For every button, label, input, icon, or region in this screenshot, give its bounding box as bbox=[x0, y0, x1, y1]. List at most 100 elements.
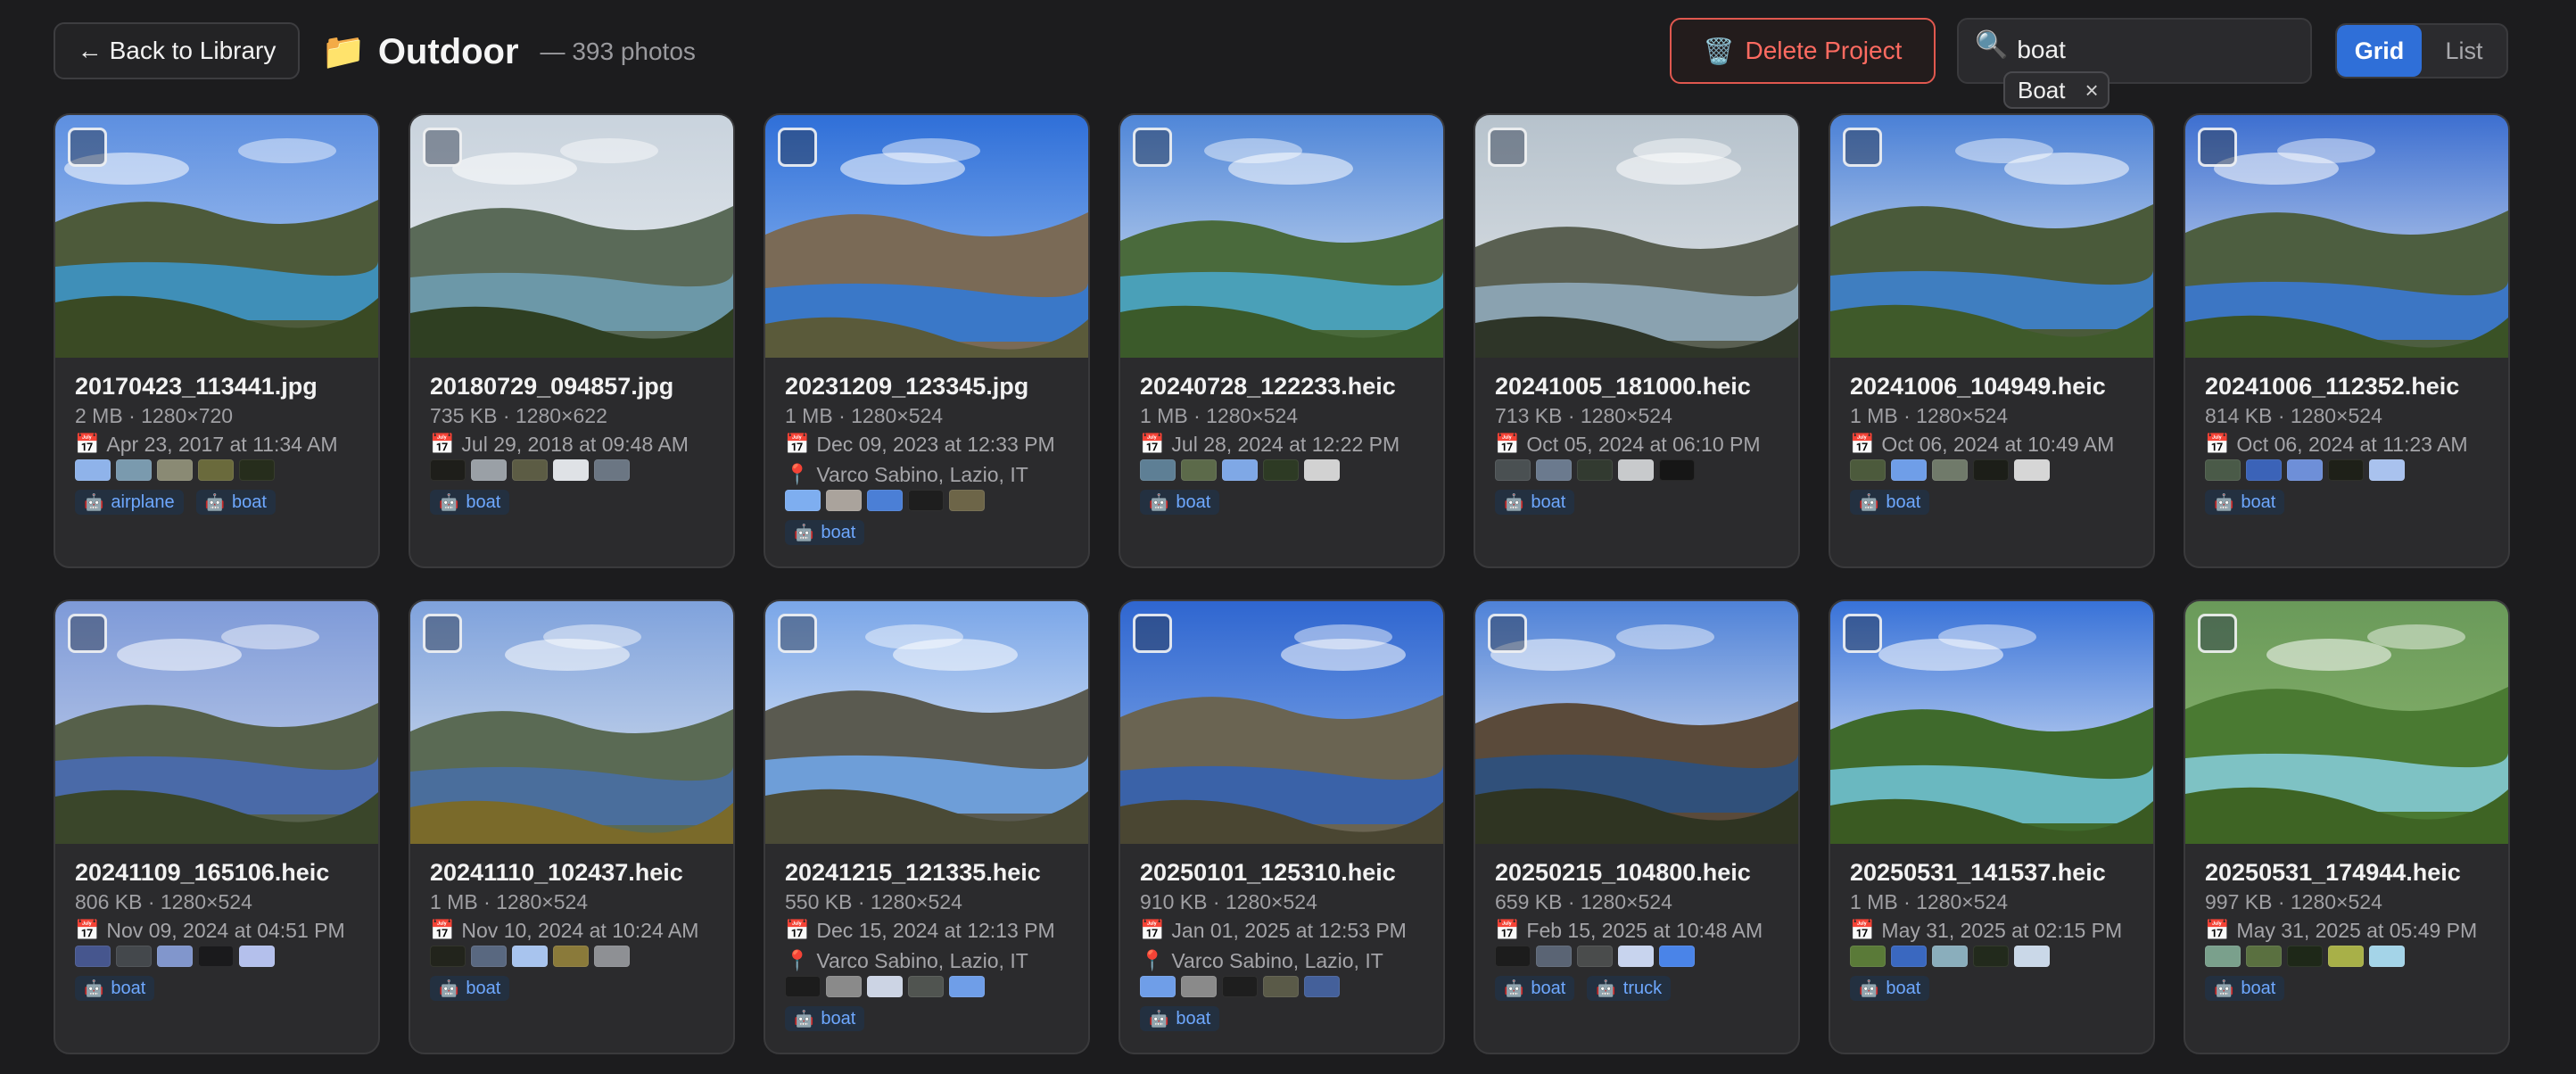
select-checkbox[interactable] bbox=[1133, 128, 1172, 167]
select-checkbox[interactable] bbox=[1488, 614, 1527, 653]
photo-card[interactable]: 20231209_123345.jpg 1 MB · 1280×524 📅 Dec 0… bbox=[764, 113, 1090, 568]
filter-chip-boat[interactable]: Boat × bbox=[2003, 71, 2110, 109]
photo-card[interactable]: 20241109_165106.heic 806 KB · 1280×524 📅 No… bbox=[54, 599, 380, 1054]
color-swatch bbox=[1495, 946, 1531, 967]
color-swatch bbox=[594, 459, 630, 481]
color-swatch bbox=[1659, 459, 1695, 481]
photo-card[interactable]: 20250215_104800.heic 659 KB · 1280×524 📅 Fe… bbox=[1474, 599, 1800, 1054]
photo-card[interactable]: 20250531_141537.heic 1 MB · 1280×524 📅 May … bbox=[1829, 599, 2155, 1054]
robot-icon: 🤖 bbox=[1149, 492, 1169, 511]
color-swatch bbox=[2287, 946, 2323, 967]
filter-chip-label: Boat bbox=[2018, 76, 2066, 103]
tag-boat[interactable]: 🤖 boat bbox=[1140, 1006, 1220, 1031]
select-checkbox[interactable] bbox=[778, 128, 817, 167]
color-swatch bbox=[116, 459, 152, 481]
file-meta: 1 MB · 1280×524 bbox=[430, 890, 589, 913]
select-checkbox[interactable] bbox=[68, 614, 107, 653]
color-swatch bbox=[75, 946, 111, 967]
photo-card[interactable]: 20250531_174944.heic 997 KB · 1280×524 📅 Ma… bbox=[2184, 599, 2510, 1054]
robot-icon: 🤖 bbox=[84, 979, 104, 997]
calendar-icon: 📅 bbox=[430, 433, 455, 455]
tag-boat[interactable]: 🤖 boat bbox=[195, 490, 276, 515]
tag-boat[interactable]: 🤖 boat bbox=[1850, 976, 1930, 1001]
photo-thumbnail[interactable] bbox=[410, 115, 733, 358]
close-icon[interactable]: × bbox=[2085, 77, 2099, 104]
photo-card[interactable]: 20241006_104949.heic 1 MB · 1280×524 📅 Oct … bbox=[1829, 113, 2155, 568]
photo-thumbnail[interactable] bbox=[1830, 115, 2153, 358]
select-checkbox[interactable] bbox=[778, 614, 817, 653]
search-input[interactable] bbox=[2017, 36, 2285, 64]
tag-boat[interactable]: 🤖 boat bbox=[430, 490, 510, 515]
tag-boat[interactable]: 🤖 boat bbox=[1495, 976, 1575, 1001]
back-to-library-button[interactable]: ← Back to Library bbox=[54, 22, 300, 79]
robot-icon: 🤖 bbox=[1504, 492, 1524, 511]
select-checkbox[interactable] bbox=[1843, 128, 1882, 167]
file-name: 20250101_125310.heic bbox=[1140, 859, 1396, 886]
color-swatch bbox=[2246, 459, 2282, 481]
photo-thumbnail[interactable] bbox=[1120, 601, 1443, 844]
tag-boat[interactable]: 🤖 boat bbox=[2205, 490, 2285, 515]
color-swatch bbox=[1181, 459, 1217, 481]
photo-card[interactable]: 20170423_113441.jpg 2 MB · 1280×720 📅 Apr 2… bbox=[54, 113, 380, 568]
photo-thumbnail[interactable] bbox=[55, 115, 378, 358]
photo-card[interactable]: 20250101_125310.heic 910 KB · 1280×524 📅 Ja… bbox=[1119, 599, 1445, 1054]
photo-thumbnail[interactable] bbox=[1120, 115, 1443, 358]
select-checkbox[interactable] bbox=[2198, 614, 2237, 653]
grid-view-button[interactable]: Grid bbox=[2337, 25, 2422, 77]
select-checkbox[interactable] bbox=[423, 128, 462, 167]
tag-boat[interactable]: 🤖 boat bbox=[1495, 490, 1575, 515]
tag-boat[interactable]: 🤖 boat bbox=[1140, 490, 1220, 515]
photo-card[interactable]: 20241006_112352.heic 814 KB · 1280×524 📅 Oc… bbox=[2184, 113, 2510, 568]
photo-thumbnail[interactable] bbox=[765, 601, 1088, 844]
select-checkbox[interactable] bbox=[1843, 614, 1882, 653]
select-checkbox[interactable] bbox=[2198, 128, 2237, 167]
photo-thumbnail[interactable] bbox=[2185, 115, 2508, 358]
file-meta: 1 MB · 1280×524 bbox=[1140, 404, 1299, 427]
color-swatches bbox=[2205, 946, 2499, 969]
photo-card[interactable]: 20241110_102437.heic 1 MB · 1280×524 📅 Nov … bbox=[409, 599, 735, 1054]
color-swatch bbox=[1140, 976, 1176, 997]
photo-location: 📍 Varco Sabino, Lazio, IT bbox=[785, 459, 1079, 490]
photo-info: 20240728_122233.heic 1 MB · 1280×524 📅 Jul … bbox=[1140, 370, 1434, 515]
photo-thumbnail[interactable] bbox=[1475, 601, 1798, 844]
file-meta: 1 MB · 1280×524 bbox=[1850, 404, 2009, 427]
robot-icon: 🤖 bbox=[204, 492, 226, 511]
color-swatch bbox=[1973, 946, 2009, 967]
photo-thumbnail[interactable] bbox=[55, 601, 378, 844]
color-swatch bbox=[1932, 946, 1968, 967]
file-name: 20241005_181000.heic bbox=[1495, 373, 1751, 400]
select-checkbox[interactable] bbox=[68, 128, 107, 167]
date-text: Apr 23, 2017 at 11:34 AM bbox=[106, 433, 338, 456]
file-meta: 1 MB · 1280×524 bbox=[1850, 890, 2009, 913]
photo-card[interactable]: 20241215_121335.heic 550 KB · 1280×524 📅 De… bbox=[764, 599, 1090, 1054]
photo-thumbnail[interactable] bbox=[410, 601, 733, 844]
photo-card[interactable]: 20180729_094857.jpg 735 KB · 1280×622 📅 Jul… bbox=[409, 113, 735, 568]
tag-boat[interactable]: 🤖 boat bbox=[785, 520, 865, 545]
tag-boat[interactable]: 🤖 boat bbox=[785, 1006, 865, 1031]
tag-label: boat bbox=[466, 492, 501, 512]
photo-card[interactable]: 20240728_122233.heic 1 MB · 1280×524 📅 Jul … bbox=[1119, 113, 1445, 568]
photo-thumbnail[interactable] bbox=[2185, 601, 2508, 844]
pin-icon: 📍 bbox=[785, 949, 810, 971]
tag-boat[interactable]: 🤖 boat bbox=[1850, 490, 1930, 515]
tag-airplane[interactable]: 🤖 airplane bbox=[75, 490, 184, 515]
photo-thumbnail[interactable] bbox=[1475, 115, 1798, 358]
color-swatch bbox=[1495, 459, 1531, 481]
color-swatch bbox=[239, 459, 275, 481]
color-swatch bbox=[1891, 946, 1927, 967]
photo-thumbnail[interactable] bbox=[1830, 601, 2153, 844]
tag-boat[interactable]: 🤖 boat bbox=[430, 976, 510, 1001]
photo-thumbnail[interactable] bbox=[765, 115, 1088, 358]
tag-boat[interactable]: 🤖 boat bbox=[2205, 976, 2285, 1001]
delete-project-button[interactable]: 🗑️ Delete Project bbox=[1670, 18, 1936, 84]
select-checkbox[interactable] bbox=[1488, 128, 1527, 167]
select-checkbox[interactable] bbox=[423, 614, 462, 653]
robot-icon: 🤖 bbox=[794, 523, 814, 541]
select-checkbox[interactable] bbox=[1133, 614, 1172, 653]
photo-card[interactable]: 20241005_181000.heic 713 KB · 1280×524 📅 Oc… bbox=[1474, 113, 1800, 568]
tag-boat[interactable]: 🤖 boat bbox=[75, 976, 155, 1001]
color-swatch bbox=[1181, 976, 1217, 997]
list-view-button[interactable]: List bbox=[2422, 25, 2506, 77]
tag-truck[interactable]: 🤖 truck bbox=[1587, 976, 1672, 1001]
file-meta: 735 KB · 1280×622 bbox=[430, 404, 607, 427]
